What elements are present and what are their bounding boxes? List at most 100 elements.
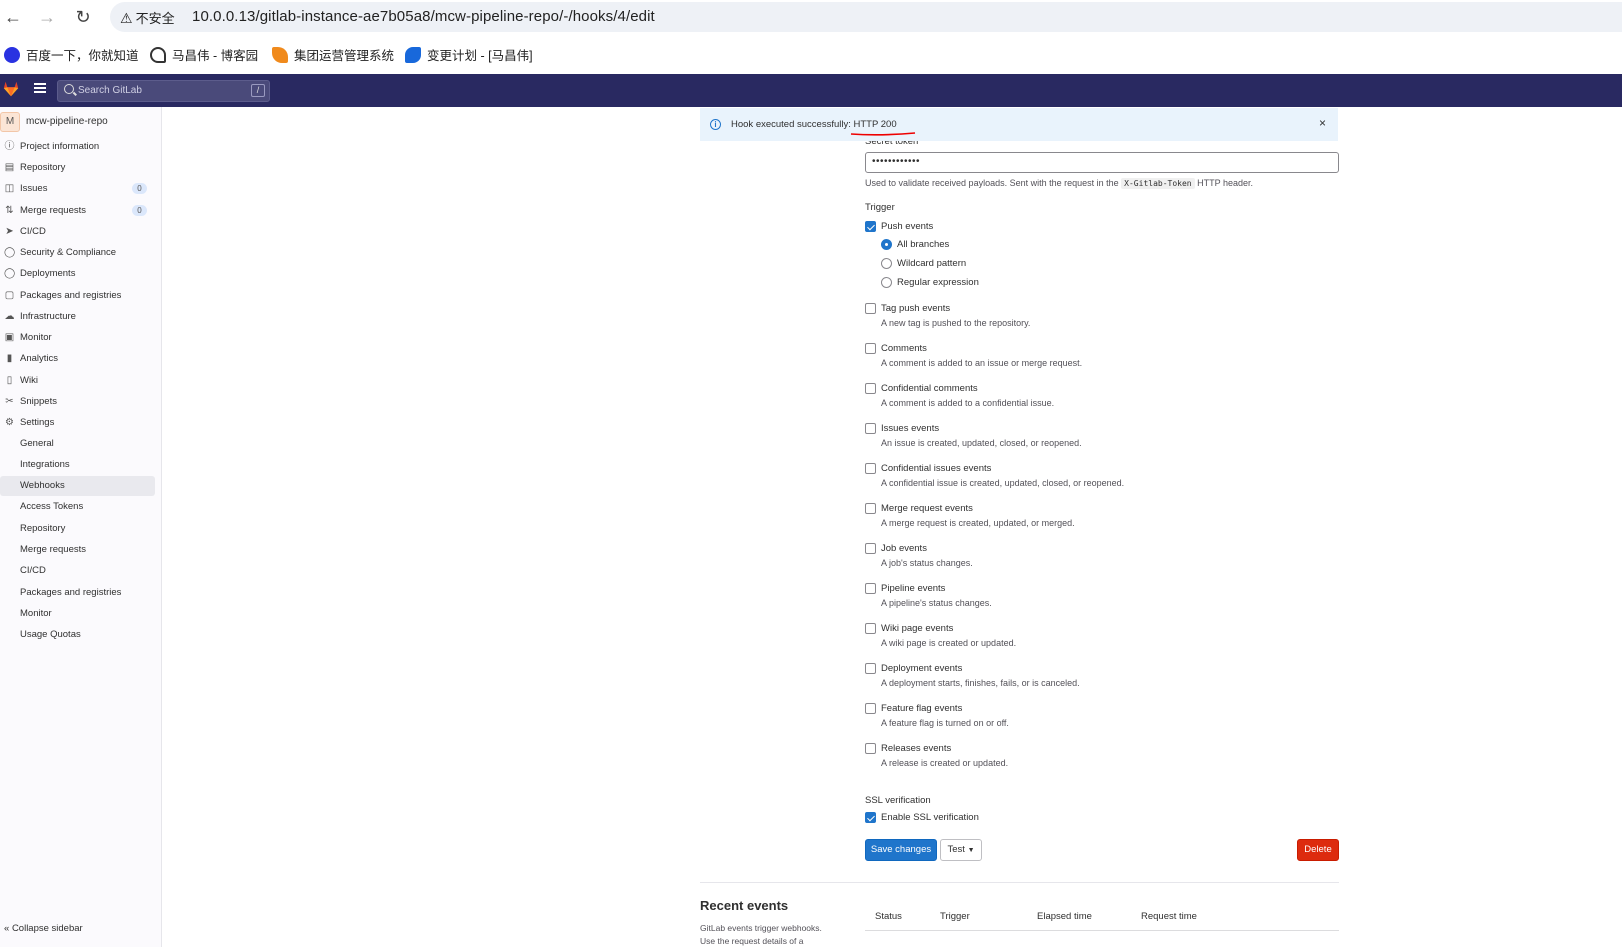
all-branches-label: All branches (897, 239, 950, 250)
bookmark-change-plan[interactable]: 变更计划 - [马昌伟] (405, 45, 533, 64)
gitlab-tanuki-logo-icon[interactable] (2, 80, 20, 98)
sidebar-sub-monitor[interactable]: Monitor (0, 604, 155, 624)
sidebar-sub-merge-requests[interactable]: Merge requests (0, 540, 155, 560)
count-badge: 0 (132, 205, 147, 216)
sidebar-item-wiki[interactable]: ▯ Wiki (0, 371, 155, 391)
section-divider (700, 882, 1339, 883)
search-icon (64, 84, 74, 94)
push-events-checkbox[interactable] (865, 221, 876, 232)
deployment-events-checkbox[interactable] (865, 663, 876, 674)
delete-button[interactable]: Delete (1297, 839, 1339, 861)
job-events-checkbox[interactable] (865, 543, 876, 554)
event-description: A deployment starts, finishes, fails, or… (881, 678, 1080, 688)
sidebar-item-snippets[interactable]: ✂ Snippets (0, 392, 155, 412)
close-icon[interactable]: × (1319, 116, 1326, 130)
event-label: Merge request events (881, 503, 973, 514)
sidebar-item-analytics[interactable]: ▮ Analytics (0, 349, 155, 369)
all-branches-radio[interactable] (881, 239, 892, 250)
alert-message: Hook executed successfully: HTTP 200 (731, 119, 897, 130)
sidebar-item-repository[interactable]: ▤ Repository (0, 158, 155, 178)
url-omnibox[interactable]: ⚠ 不安全 10.0.0.13/gitlab-instance-ae7b05a8/… (110, 2, 1622, 32)
help-text-post: HTTP header. (1197, 178, 1253, 188)
cnblogs-icon (150, 47, 166, 63)
sidebar-sub-access-tokens[interactable]: Access Tokens (0, 497, 155, 517)
count-badge: 0 (132, 183, 147, 194)
releases-events-checkbox[interactable] (865, 743, 876, 754)
sidebar-item-deployments[interactable]: ◯ Deployments (0, 264, 155, 284)
sidebar-sub-usage-quotas[interactable]: Usage Quotas (0, 625, 155, 645)
sidebar-item-label: Infrastructure (20, 311, 76, 322)
sidebar-item-merge-requests[interactable]: ⇅ Merge requests 0 (0, 201, 155, 221)
flame-icon (272, 47, 288, 63)
recent-events-title: Recent events (700, 898, 789, 913)
bookmark-baidu[interactable]: 百度一下，你就知道 (4, 45, 139, 64)
collapse-sidebar-button[interactable]: « Collapse sidebar (4, 923, 83, 934)
sidebar-item-security[interactable]: ◯ Security & Compliance (0, 243, 155, 263)
feature-flag-events-checkbox[interactable] (865, 703, 876, 714)
info-circle-icon: i (710, 119, 721, 130)
double-chevron-left-icon: « (4, 923, 10, 934)
regular-expression-radio[interactable] (881, 277, 892, 288)
event-label: Confidential comments (881, 383, 978, 394)
wiki-page-events-checkbox[interactable] (865, 623, 876, 634)
sidebar-item-label: CI/CD (20, 226, 46, 237)
bookmark-label: 变更计划 - [马昌伟] (427, 49, 533, 63)
sidebar-item-settings[interactable]: ⚙ Settings (0, 413, 155, 433)
chevron-down-icon: ▼ (967, 847, 975, 854)
sidebar-item-cicd[interactable]: ➤ CI/CD (0, 222, 155, 242)
tag-push-events-checkbox[interactable] (865, 303, 876, 314)
hamburger-menu-icon[interactable] (34, 83, 46, 93)
pipeline-events-checkbox[interactable] (865, 583, 876, 594)
search-input[interactable]: Search GitLab / (57, 80, 270, 102)
bookmarks-bar: 百度一下，你就知道 马昌伟 - 博客园 集团运营管理系统 变更计划 - [马昌伟… (0, 34, 1622, 74)
confidential-issues-events-checkbox[interactable] (865, 463, 876, 474)
browser-address-bar: ← → ↻ ⚠ 不安全 10.0.0.13/gitlab-instance-ae7… (0, 0, 1622, 34)
sidebar-item-monitor[interactable]: ▣ Monitor (0, 328, 155, 348)
enable-ssl-checkbox[interactable] (865, 812, 876, 823)
project-header[interactable]: M mcw-pipeline-repo (0, 112, 160, 134)
scissors-icon: ✂ (5, 396, 14, 407)
sidebar-sub-repository[interactable]: Repository (0, 519, 155, 539)
merge-request-events-checkbox[interactable] (865, 503, 876, 514)
sidebar-sub-webhooks[interactable]: Webhooks (0, 476, 155, 496)
reload-icon[interactable]: ↻ (73, 7, 93, 27)
issues-events-checkbox[interactable] (865, 423, 876, 434)
secret-token-field[interactable]: •••••••••••• (865, 152, 1339, 173)
url-text[interactable]: 10.0.0.13/gitlab-instance-ae7b05a8/mcw-p… (192, 8, 655, 25)
sidebar-item-packages[interactable]: ▢ Packages and registries (0, 286, 155, 306)
bookmark-cnblogs[interactable]: 马昌伟 - 博客园 (150, 45, 258, 64)
test-dropdown-button[interactable]: Test ▼ (940, 839, 982, 861)
event-description: An issue is created, updated, closed, or… (881, 438, 1082, 448)
sidebar-item-infrastructure[interactable]: ☁ Infrastructure (0, 307, 155, 327)
sidebar-item-project-information[interactable]: ⓘ Project information (0, 137, 155, 157)
back-arrow-icon[interactable]: ← (3, 7, 23, 27)
warning-triangle-icon: ⚠ (120, 10, 133, 26)
security-warning[interactable]: ⚠ 不安全 (120, 8, 175, 27)
gitlab-top-bar: Search GitLab / (0, 74, 1622, 107)
sidebar-item-issues[interactable]: ◫ Issues 0 (0, 179, 155, 199)
event-description: A confidential issue is created, updated… (881, 478, 1125, 488)
security-label: 不安全 (135, 11, 175, 26)
bookmark-ops-system[interactable]: 集团运营管理系统 (272, 45, 394, 64)
issues-icon: ◫ (4, 183, 15, 194)
forward-arrow-icon[interactable]: → (37, 7, 57, 27)
gear-icon: ⚙ (5, 417, 14, 428)
sidebar-sub-label: CI/CD (20, 565, 46, 576)
comments-checkbox[interactable] (865, 343, 876, 354)
sidebar-sub-integrations[interactable]: Integrations (0, 455, 155, 475)
collapse-sidebar-label: Collapse sidebar (11, 923, 83, 934)
sidebar-sub-cicd[interactable]: CI/CD (0, 561, 155, 581)
book-icon: ▯ (6, 375, 13, 386)
shield-icon: ◯ (4, 247, 16, 258)
confidential-comments-checkbox[interactable] (865, 383, 876, 394)
column-header-elapsed-time: Elapsed time (1037, 911, 1092, 922)
wildcard-pattern-radio[interactable] (881, 258, 892, 269)
push-events-label: Push events (881, 221, 934, 232)
sidebar-sub-general[interactable]: General (0, 434, 155, 454)
sidebar-sub-packages[interactable]: Packages and registries (0, 583, 155, 603)
sidebar-sub-label: General (20, 438, 54, 449)
sidebar-item-label: Security & Compliance (20, 247, 117, 258)
sidebar-item-label: Settings (20, 417, 55, 428)
sidebar-sub-label: Usage Quotas (20, 629, 81, 640)
save-changes-button[interactable]: Save changes (865, 839, 937, 861)
